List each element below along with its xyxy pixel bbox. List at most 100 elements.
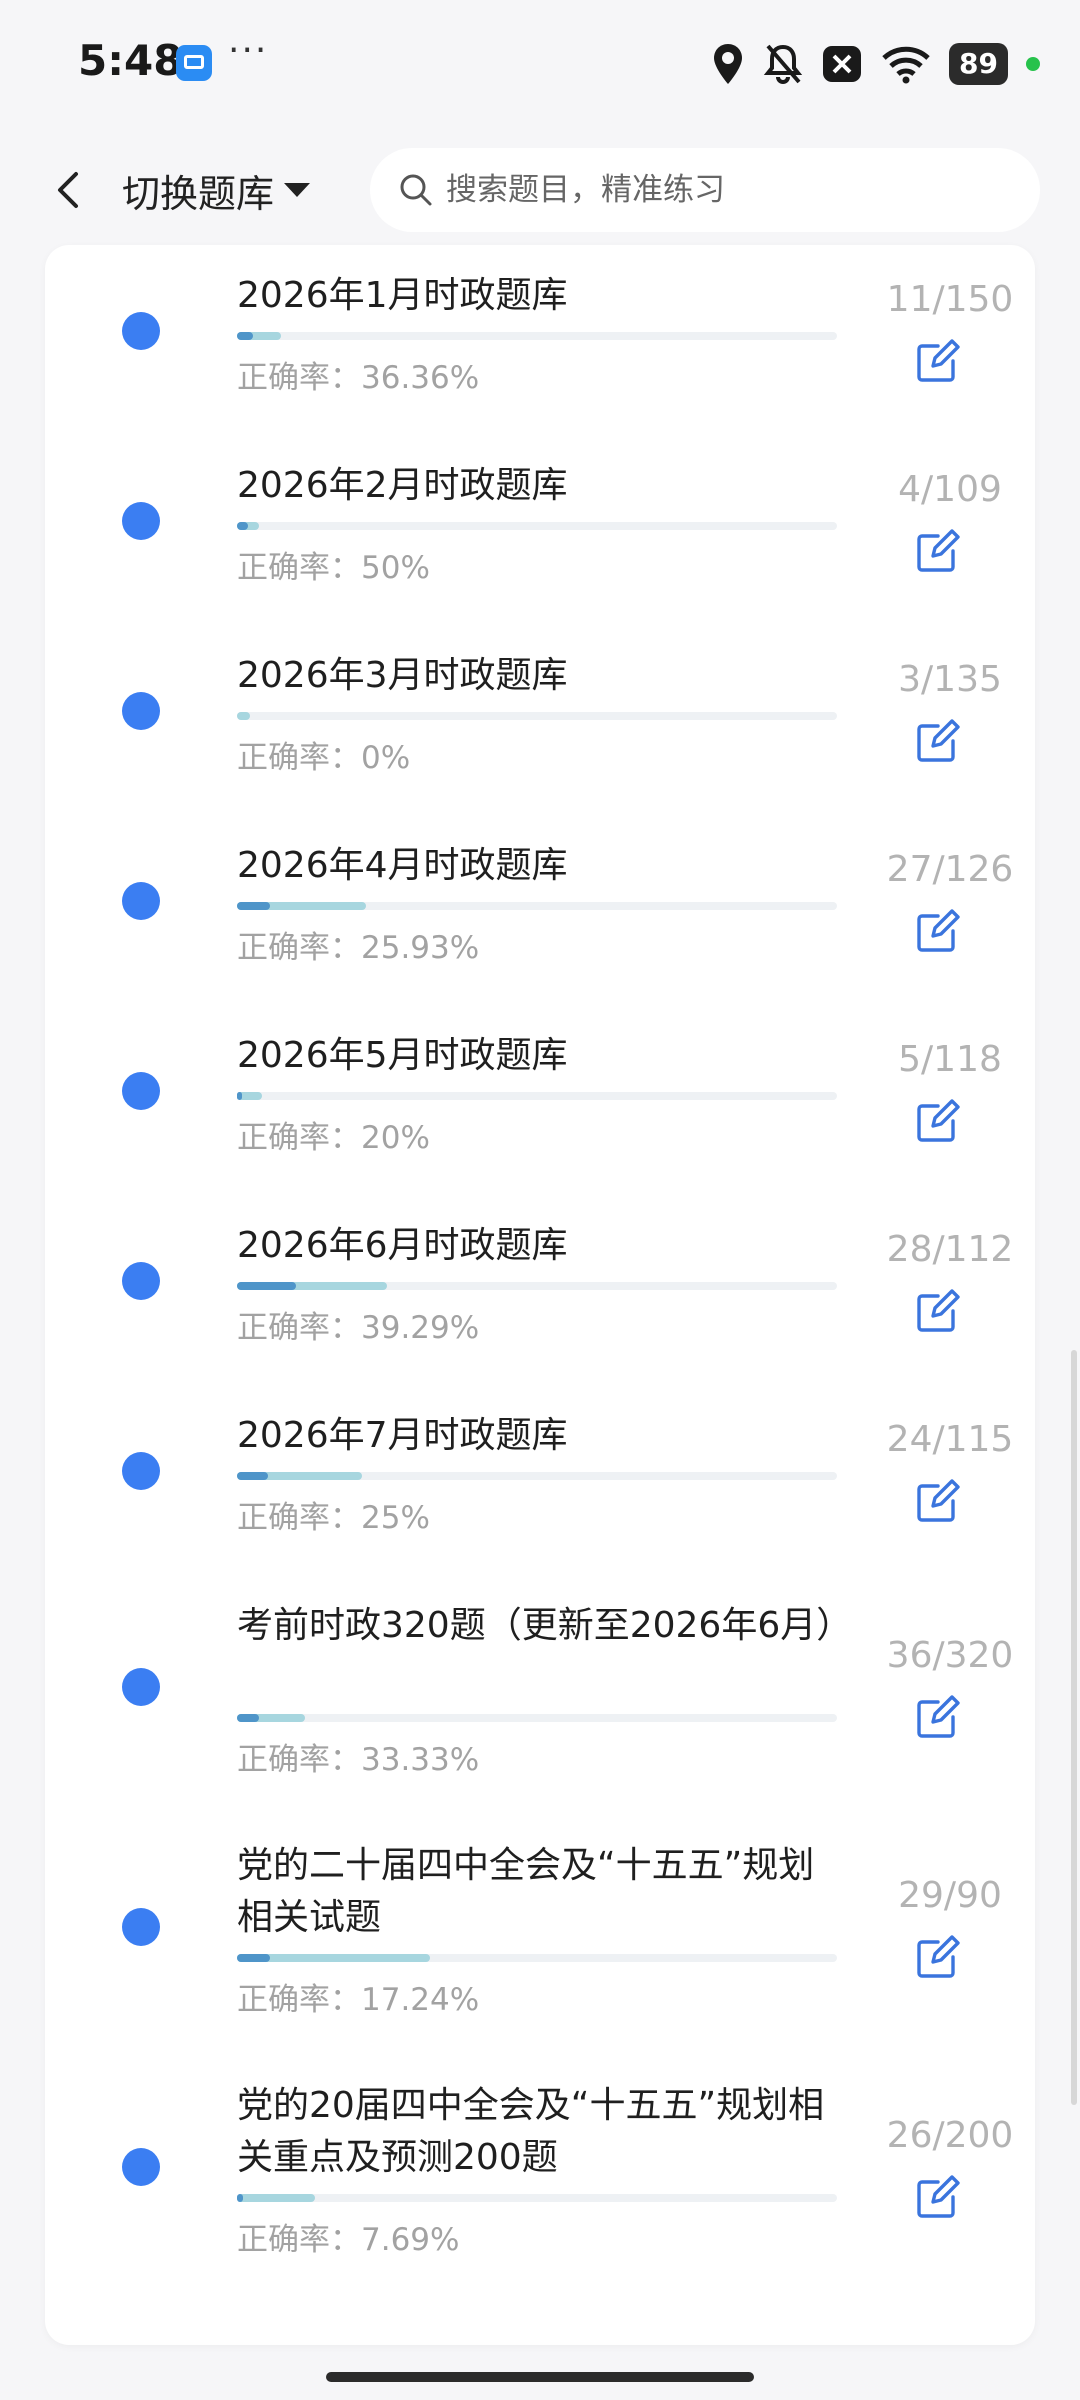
status-bar: 5:48 ··· 89 (0, 0, 1080, 130)
progress-count: 5/118 (898, 1039, 1002, 1080)
status-dot (122, 1908, 160, 1946)
progress-fill (237, 712, 251, 720)
list-item[interactable]: 党的20届四中全会及“十五五”规划相关重点及预测200题 正确率：7.69% 26/… (45, 245, 1035, 2345)
accuracy-text: 正确率：39.29% (237, 1302, 479, 1347)
item-title[interactable]: 考前时政320题（更新至2026年6月） (237, 1600, 852, 1652)
list-item[interactable]: 2026年2月时政题库 正确率：50% 4/109 (45, 245, 1035, 2345)
accuracy-label: 正确率： (237, 550, 361, 586)
list-item[interactable]: 2026年3月时政题库 正确率：0% 3/135 (45, 245, 1035, 2345)
scrollbar[interactable] (1071, 1350, 1077, 2105)
status-dot (122, 2148, 160, 2186)
accuracy-label: 正确率： (237, 930, 361, 966)
progress-bar (237, 1714, 837, 1722)
item-title[interactable]: 党的二十届四中全会及“十五五”规划相关试题 (237, 1840, 847, 1944)
accuracy-text: 正确率：50% (237, 542, 430, 587)
progress-count: 27/126 (886, 849, 1014, 890)
edit-icon[interactable] (913, 527, 961, 575)
list-item[interactable]: 党的二十届四中全会及“十五五”规划相关试题 正确率：17.24% 29/90 (45, 245, 1035, 2345)
accuracy-label: 正确率： (237, 2222, 361, 2258)
progress-count: 3/135 (898, 659, 1002, 700)
progress-fill-accuracy (237, 1472, 269, 1480)
progress-fill-accuracy (237, 1282, 296, 1290)
list-item[interactable]: 2026年1月时政题库 正确率：36.36% 11/150 (45, 245, 1035, 2345)
accuracy-text: 正确率：25.93% (237, 922, 479, 967)
accuracy-value: 0% (361, 740, 411, 776)
status-dot (122, 1262, 160, 1300)
accuracy-value: 17.24% (361, 1982, 480, 2018)
progress-bar (237, 1092, 837, 1100)
list-item[interactable]: 2026年4月时政题库 正确率：25.93% 27/126 (45, 245, 1035, 2345)
edit-icon[interactable] (913, 1693, 961, 1741)
accuracy-value: 25% (361, 1500, 430, 1536)
accuracy-text: 正确率：20% (237, 1112, 430, 1157)
accuracy-value: 36.36% (361, 360, 480, 396)
list-item[interactable]: 2026年7月时政题库 正确率：25% 24/115 (45, 245, 1035, 2345)
status-dot (122, 502, 160, 540)
item-title[interactable]: 2026年3月时政题库 (237, 650, 847, 702)
progress-fill-accuracy (237, 1954, 271, 1962)
home-indicator[interactable] (326, 2372, 754, 2382)
edit-icon[interactable] (913, 2173, 961, 2221)
accuracy-label: 正确率： (237, 1742, 361, 1778)
bell-muted-icon (763, 44, 803, 84)
accuracy-label: 正确率： (237, 1310, 361, 1346)
accuracy-text: 正确率：0% (237, 732, 410, 777)
list-item[interactable]: 考前时政320题（更新至2026年6月） 正确率：33.33% 36/320 (45, 245, 1035, 2345)
progress-count: 28/112 (886, 1229, 1014, 1270)
progress-count: 4/109 (898, 469, 1002, 510)
edit-icon[interactable] (913, 1097, 961, 1145)
more-notifications-icon: ··· (228, 30, 269, 71)
progress-fill-accuracy (237, 522, 248, 530)
edit-icon[interactable] (913, 1287, 961, 1335)
progress-bar (237, 1472, 837, 1480)
accuracy-value: 7.69% (361, 2222, 460, 2258)
top-bar: 切换题库 (0, 130, 1080, 250)
progress-bar (237, 902, 837, 910)
switch-question-bank-dropdown[interactable]: 切换题库 (122, 160, 311, 220)
progress-fill-accuracy (237, 332, 253, 340)
status-dot (122, 1072, 160, 1110)
accuracy-value: 39.29% (361, 1310, 480, 1346)
status-dot (122, 312, 160, 350)
item-title[interactable]: 2026年5月时政题库 (237, 1030, 847, 1082)
edit-icon[interactable] (913, 1477, 961, 1525)
battery-level: 89 (949, 43, 1008, 85)
item-title[interactable]: 2026年1月时政题库 (237, 270, 847, 322)
search-box[interactable] (370, 148, 1040, 232)
edit-icon[interactable] (913, 337, 961, 385)
progress-bar (237, 712, 837, 720)
accuracy-label: 正确率： (237, 1500, 361, 1536)
progress-bar (237, 332, 837, 340)
edit-icon[interactable] (913, 717, 961, 765)
item-title[interactable]: 2026年6月时政题库 (237, 1220, 847, 1272)
accuracy-value: 50% (361, 550, 430, 586)
wallet-app-notification-icon (176, 45, 212, 81)
item-title[interactable]: 党的20届四中全会及“十五五”规划相关重点及预测200题 (237, 2080, 847, 2184)
list-item[interactable]: 2026年5月时政题库正确率：20% 5/118 (45, 245, 1035, 2345)
search-input[interactable] (444, 171, 1008, 209)
edit-icon[interactable] (913, 907, 961, 955)
progress-bar (237, 522, 837, 530)
item-title[interactable]: 2026年7月时政题库 (237, 1410, 847, 1462)
accuracy-value: 25.93% (361, 930, 480, 966)
accuracy-text: 正确率：17.24% (237, 1974, 479, 2019)
progress-count: 24/115 (886, 1419, 1014, 1460)
progress-fill-accuracy (237, 1092, 243, 1100)
item-title[interactable]: 2026年2月时政题库 (237, 460, 847, 512)
accuracy-value: 33.33% (361, 1742, 480, 1778)
system-icons: 89 (711, 40, 1040, 88)
item-title[interactable]: 2026年4月时政题库 (237, 840, 847, 892)
progress-bar (237, 2194, 837, 2202)
close-box-icon (823, 46, 862, 82)
progress-count: 36/320 (886, 1635, 1014, 1676)
accuracy-label: 正确率： (237, 1982, 361, 2018)
accuracy-label: 正确率： (237, 360, 361, 396)
back-arrow-icon[interactable] (40, 160, 100, 220)
progress-fill-accuracy (237, 1714, 260, 1722)
list-item[interactable]: 2026年6月时政题库 正确率：39.29% 28/112 (45, 245, 1035, 2345)
question-bank-list: 2026年1月时政题库 正确率：36.36% 11/150 2026年2月时政题库 正确… (45, 245, 1035, 2345)
accuracy-text: 正确率：33.33% (237, 1734, 479, 1779)
progress-count: 29/90 (898, 1875, 1002, 1916)
accuracy-text: 正确率：7.69% (237, 2214, 459, 2259)
edit-icon[interactable] (913, 1933, 961, 1981)
